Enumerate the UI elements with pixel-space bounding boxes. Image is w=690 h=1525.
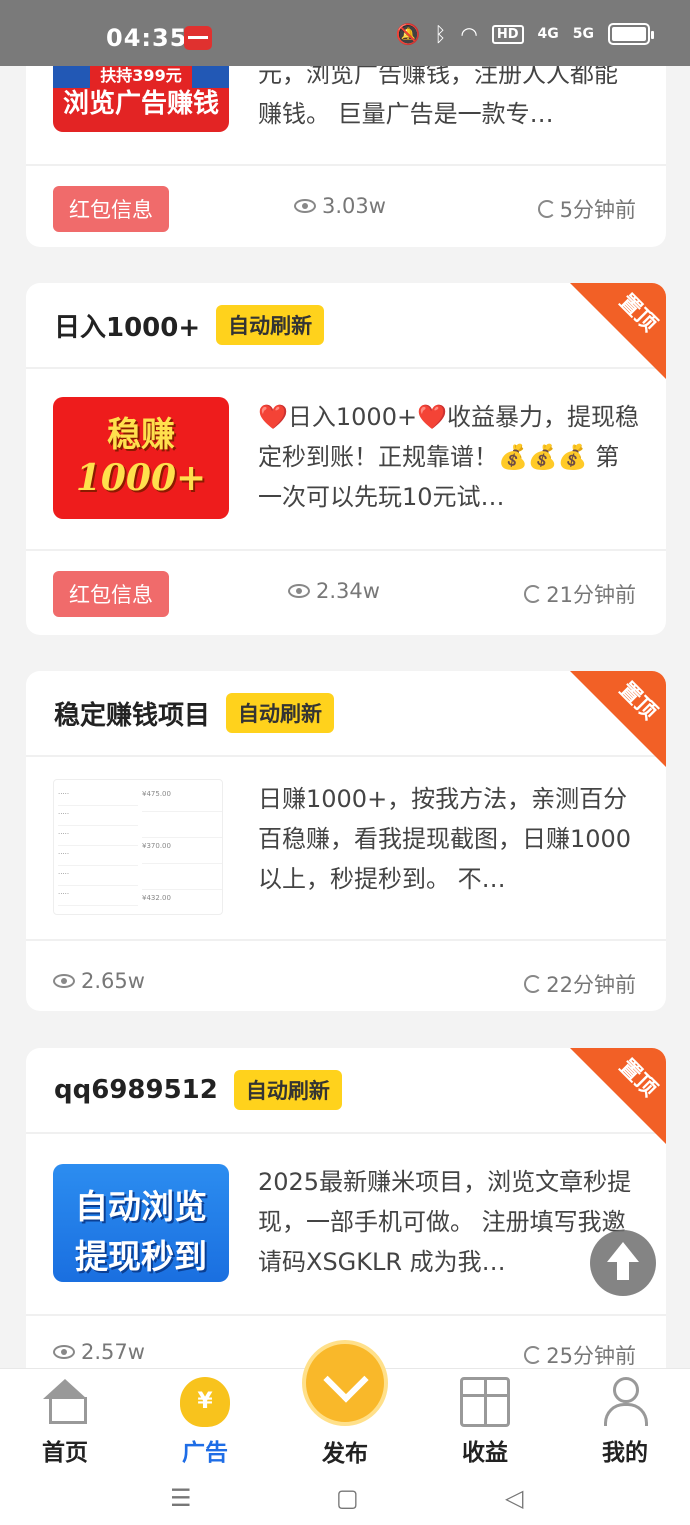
post-description: 2025最新赚米项目，浏览文章秒提现，一部手机可做。 注册填写我邀请码XSGKL… (258, 1168, 632, 1276)
hd-icon: HD (491, 24, 524, 44)
post-thumbnail: ····· ····· ····· ····· ····· ····· ¥475.00 ¥… (53, 779, 223, 915)
post-time: 22分钟前 (524, 969, 636, 999)
post-time: 25分钟前 (524, 1340, 636, 1370)
view-count-value: 2.57w (81, 1340, 145, 1364)
scroll-to-top-button[interactable] (590, 1230, 656, 1296)
thumbnail-amount: ¥475.00 (142, 790, 222, 812)
pinned-ribbon: 置顶 (570, 1048, 666, 1144)
tab-publish-label[interactable]: 发布 (295, 1434, 395, 1468)
tab-mine-label: 我的 (602, 1440, 648, 1466)
post-header: 稳定赚钱项目 自动刷新 置顶 (26, 671, 666, 767)
pinned-label: 置顶 (614, 677, 662, 725)
post-title: 稳定赚钱项目 (54, 700, 211, 731)
pinned-label: 置顶 (614, 289, 662, 337)
menu-icon[interactable]: ☰ (170, 1484, 192, 1512)
wifi-icon: ◠ (460, 22, 478, 46)
5g-signal-icon: 5G (572, 26, 594, 42)
eye-icon (53, 974, 75, 988)
tab-ads[interactable]: ¥ 广告 (155, 1377, 255, 1467)
post-time-value: 25分钟前 (546, 1344, 636, 1368)
status-time: 04:35 (106, 24, 188, 52)
post-title: qq6989512 (54, 1075, 218, 1105)
pinned-ribbon: 置顶 (570, 671, 666, 767)
money-bag-icon: ¥ (180, 1377, 230, 1427)
post-card[interactable]: 日入1000+ 自动刷新 置顶 稳赚 1000+ ❤️日入1000+❤️收益暴力… (26, 283, 666, 635)
tab-mine[interactable]: 我的 (575, 1377, 675, 1467)
refresh-icon (524, 585, 543, 603)
view-count: 3.03w (294, 194, 386, 218)
auto-refresh-tag: 自动刷新 (226, 693, 335, 733)
auto-refresh-tag: 自动刷新 (216, 305, 325, 345)
pinned-ribbon: 置顶 (570, 283, 666, 379)
tab-ads-label: 广告 (182, 1440, 228, 1466)
view-count-value: 3.03w (322, 194, 386, 218)
eye-icon (294, 199, 316, 213)
post-footer: 红包信息 2.34w 21分钟前 (26, 551, 666, 633)
4g-signal-icon: 4G (537, 26, 559, 42)
post-card[interactable]: qq6989512 自动刷新 置顶 自动浏览 提现秒到 2025最新赚米项目，浏… (26, 1048, 666, 1388)
post-header: qq6989512 自动刷新 置顶 (26, 1048, 666, 1144)
thumbnail-amount: ¥370.00 (142, 842, 222, 864)
post-thumbnail: 稳赚 1000+ (53, 397, 229, 519)
post-description: 日赚1000+，按我方法，亲测百分百稳赚，看我提现截图，日赚1000以上，秒提秒… (258, 785, 632, 893)
view-count: 2.34w (288, 579, 380, 603)
bluetooth-icon: ᛒ (434, 22, 447, 46)
post-title: 日入1000+ (54, 312, 201, 343)
eye-icon (53, 1345, 75, 1359)
app-notification-icon (184, 26, 212, 50)
view-count: 2.57w (53, 1340, 145, 1364)
refresh-icon (524, 975, 543, 993)
pinned-label: 置顶 (614, 1054, 662, 1102)
red-packet-badge[interactable]: 红包信息 (53, 186, 169, 232)
thumbnail-line-1: 稳赚 (107, 415, 175, 455)
thumbnail-line-2: 提现秒到 (75, 1237, 207, 1276)
home-icon (40, 1377, 90, 1427)
thumbnail-line-2: 1000+ (75, 457, 207, 499)
tab-earnings[interactable]: 收益 (435, 1377, 535, 1467)
post-description: 元，浏览广告赚钱，注册人人都能赚钱。 巨量广告是一款专… (258, 60, 618, 128)
post-description: ❤️日入1000+❤️收益暴力，提现稳定秒到账！正规靠谱！💰💰💰 第一次可以先玩… (258, 403, 639, 511)
post-thumbnail: 自动浏览 提现秒到 (53, 1164, 229, 1282)
home-nav-icon[interactable]: ▢ (336, 1484, 359, 1512)
post-time: 21分钟前 (524, 579, 636, 609)
view-count: 2.65w (53, 969, 145, 993)
mute-icon: 🔕 (395, 22, 421, 46)
status-bar: 04:35 🔕 ᛒ ◠ HD 4G 5G (0, 0, 690, 66)
post-footer: 红包信息 3.03w 5分钟前 (26, 166, 666, 247)
post-time-value: 22分钟前 (546, 973, 636, 997)
post-body[interactable]: 稳赚 1000+ ❤️日入1000+❤️收益暴力，提现稳定秒到账！正规靠谱！💰💰… (26, 369, 666, 551)
user-icon (600, 1377, 650, 1427)
tab-home[interactable]: 首页 (15, 1377, 115, 1467)
post-body[interactable]: ····· ····· ····· ····· ····· ····· ¥475.00 ¥… (26, 757, 666, 941)
money-bag-symbol: ¥ (197, 1389, 213, 1414)
post-body[interactable]: 自动浏览 提现秒到 2025最新赚米项目，浏览文章秒提现，一部手机可做。 注册填… (26, 1134, 666, 1316)
gift-icon (460, 1377, 510, 1427)
system-icons: 🔕 ᛒ ◠ HD 4G 5G (395, 22, 654, 46)
tab-earnings-label: 收益 (462, 1440, 508, 1466)
post-time-value: 5分钟前 (559, 198, 636, 222)
view-count-value: 2.34w (316, 579, 380, 603)
post-footer: 2.65w 22分钟前 (26, 941, 666, 1011)
battery-icon (608, 23, 654, 45)
view-count-value: 2.65w (81, 969, 145, 993)
thumbnail-amount: ¥432.00 (142, 894, 222, 914)
red-packet-badge[interactable]: 红包信息 (53, 571, 169, 617)
refresh-icon (537, 200, 556, 218)
post-time: 5分钟前 (537, 194, 636, 224)
thumbnail-title: 浏览广告赚钱 (62, 89, 219, 119)
post-card[interactable]: 稳定赚钱项目 自动刷新 置顶 ····· ····· ····· ····· ·····… (26, 671, 666, 1011)
system-nav-bar: ☰ ▢ ◁ (0, 1468, 690, 1525)
publish-button[interactable] (302, 1340, 388, 1426)
thumbnail-line-1: 自动浏览 (75, 1187, 207, 1226)
post-header: 日入1000+ 自动刷新 置顶 (26, 283, 666, 379)
refresh-icon (524, 1346, 543, 1364)
eye-icon (288, 584, 310, 598)
back-icon[interactable]: ◁ (505, 1484, 523, 1512)
auto-refresh-tag: 自动刷新 (233, 1070, 342, 1110)
tab-home-label: 首页 (42, 1440, 88, 1466)
post-time-value: 21分钟前 (546, 583, 636, 607)
